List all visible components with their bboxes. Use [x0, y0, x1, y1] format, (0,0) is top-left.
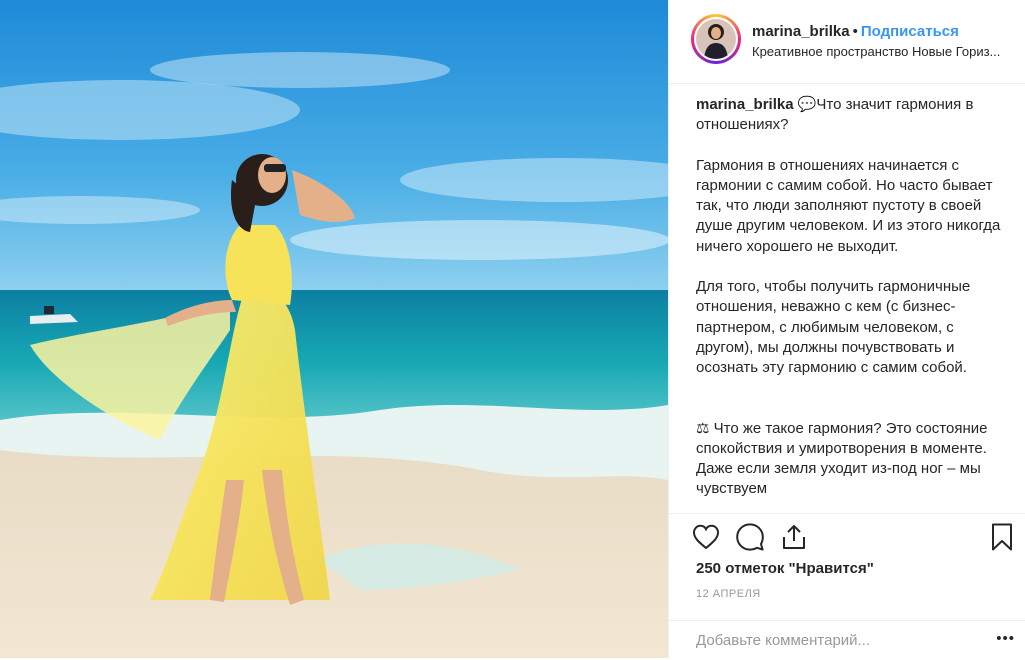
avatar-photo-icon — [696, 19, 736, 59]
header-separator: • — [852, 23, 858, 40]
beach-photo-illustration — [0, 0, 668, 658]
comment-icon[interactable] — [735, 522, 765, 552]
instagram-post: marina_brilka • Подписаться Креативное про… — [0, 0, 1025, 658]
likes-count[interactable]: 250 отметок "Нравится" — [696, 560, 874, 577]
post-photo[interactable] — [0, 0, 668, 658]
post-date[interactable]: 12 АПРЕЛЯ — [696, 588, 761, 600]
more-options-button[interactable]: ••• — [996, 631, 1015, 646]
caption-paragraph-1: marina_brilka 💬Что значит гармония в отн… — [696, 95, 1006, 136]
post-actions: 250 отметок "Нравится" 12 АПРЕЛЯ ••• — [669, 513, 1025, 658]
share-icon[interactable] — [779, 522, 809, 552]
post-header: marina_brilka • Подписаться Креативное про… — [669, 0, 1025, 84]
comment-input[interactable] — [696, 629, 976, 651]
caption-paragraph-2: Гармония в отношениях начинается с гармо… — [696, 156, 1001, 255]
header-title-line: marina_brilka • Подписаться — [752, 23, 959, 40]
follow-button[interactable]: Подписаться — [861, 23, 959, 40]
avatar[interactable] — [691, 14, 741, 64]
heart-icon[interactable] — [691, 522, 721, 552]
header-username[interactable]: marina_brilka — [752, 23, 850, 40]
avatar-image — [694, 17, 738, 61]
caption-paragraph-4: ⚖ Что же такое гармония? Это состояние с… — [696, 419, 988, 498]
caption-paragraph-3: Для того, чтобы получить гармоничные отн… — [696, 278, 971, 377]
add-comment-section: ••• — [669, 620, 1025, 660]
caption: marina_brilka 💬Что значит гармония в отн… — [696, 95, 1006, 513]
post-side-panel: marina_brilka • Подписаться Креативное про… — [668, 0, 1025, 658]
location-link[interactable]: Креативное пространство Новые Гориз... — [752, 44, 1017, 59]
bookmark-icon[interactable] — [987, 522, 1017, 552]
caption-username[interactable]: marina_brilka — [696, 96, 794, 113]
